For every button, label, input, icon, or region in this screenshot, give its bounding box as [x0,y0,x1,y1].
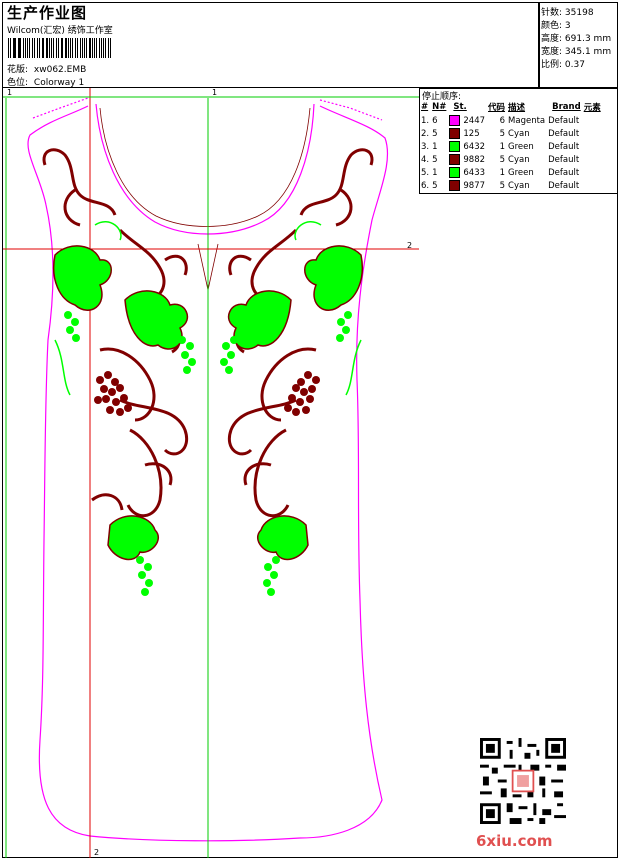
embroidery-right [220,148,374,596]
left-side-seam [27,105,91,837]
left-shoulder-strap [32,97,89,119]
guide-label-bottom: 2 [94,848,100,857]
watermark: 6xiu.com [476,832,553,850]
guide-label-center: 1 [212,88,218,97]
right-side-seam [299,105,389,839]
embroidery-layout [3,88,419,858]
embroidery-left [42,148,196,596]
grape-clusters-left [94,371,132,416]
neckline-outer [95,103,315,235]
guide-label-left: 1 [7,88,13,97]
qr-code [480,738,566,824]
neckline-inner [99,107,311,227]
hem-line [89,835,301,842]
leaves-left [53,245,189,561]
guide-label-horizontal: 2 [407,241,413,250]
